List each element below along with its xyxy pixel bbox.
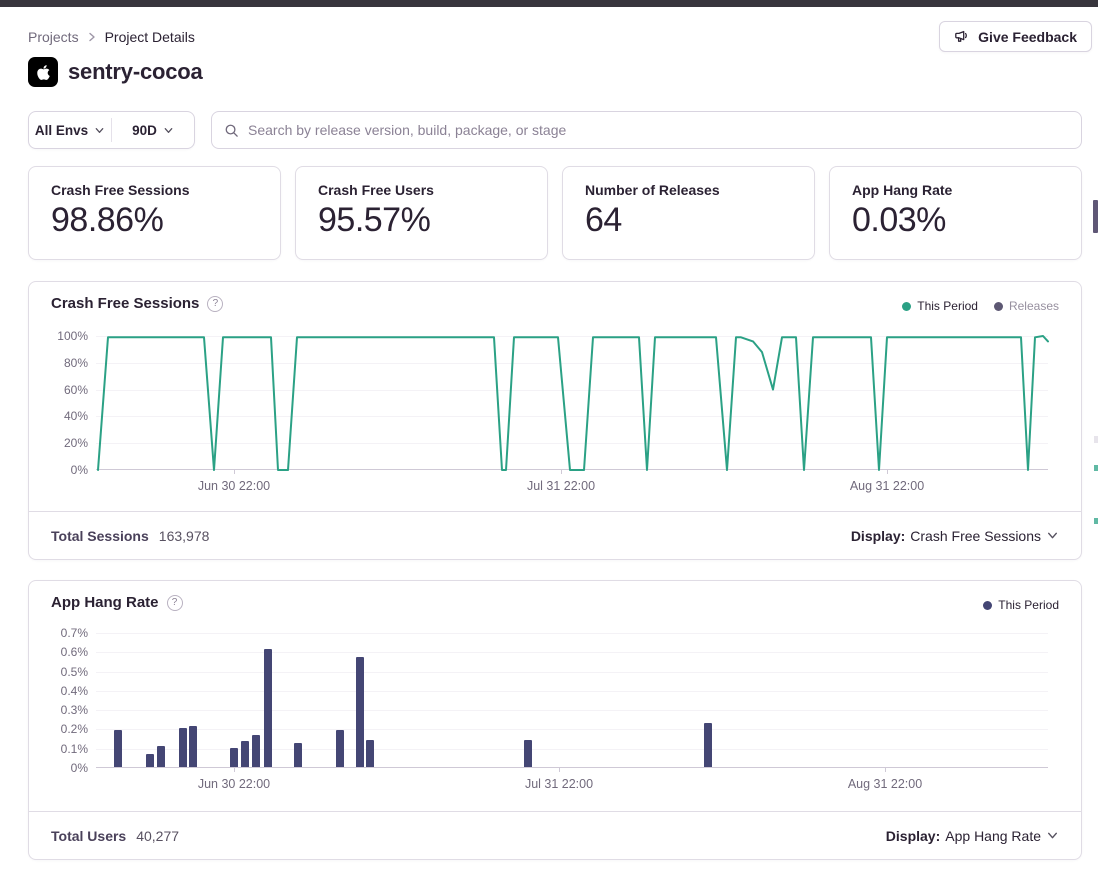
display-value: Crash Free Sessions: [910, 528, 1041, 544]
legend-dot: [994, 302, 1003, 311]
total-value: 163,978: [159, 528, 210, 544]
total-value: 40,277: [136, 828, 179, 844]
stat-label: Number of Releases: [585, 182, 792, 198]
display-selector[interactable]: Display: App Hang Rate: [886, 828, 1059, 844]
stat-label: Crash Free Sessions: [51, 182, 258, 198]
total-sessions: Total Sessions 163,978: [51, 528, 209, 544]
stat-card-number-of-releases: Number of Releases 64: [562, 166, 815, 260]
total-label: Total Users: [51, 828, 126, 844]
legend-dot: [902, 302, 911, 311]
date-range-selector-label: 90D: [132, 123, 157, 138]
stat-card-crash-free-sessions: Crash Free Sessions 98.86%: [28, 166, 281, 260]
release-search-box: [211, 111, 1082, 149]
crash-free-sessions-chart-panel: Crash Free Sessions ? This Period Releas…: [28, 281, 1082, 560]
top-accent-bar: [0, 0, 1098, 7]
chart-legend: This Period Releases: [902, 299, 1059, 313]
panel-title: App Hang Rate ?: [51, 594, 183, 611]
chevron-down-icon: [163, 125, 174, 136]
stat-label: Crash Free Users: [318, 182, 525, 198]
search-icon: [224, 123, 239, 138]
stat-label: App Hang Rate: [852, 182, 1059, 198]
display-value: App Hang Rate: [945, 828, 1041, 844]
legend-label: This Period: [917, 299, 978, 313]
page-title: sentry-cocoa: [68, 59, 203, 85]
legend-label: Releases: [1009, 299, 1059, 313]
project-title-row: sentry-cocoa: [28, 57, 203, 87]
megaphone-icon: [954, 29, 970, 45]
breadcrumb-projects-link[interactable]: Projects: [28, 29, 79, 45]
total-users: Total Users 40,277: [51, 828, 179, 844]
stat-card-app-hang-rate: App Hang Rate 0.03%: [829, 166, 1082, 260]
panel-title-text: App Hang Rate: [51, 594, 159, 611]
chevron-down-icon: [1046, 529, 1059, 542]
panel-title-text: Crash Free Sessions: [51, 295, 199, 312]
display-label: Display:: [851, 528, 905, 544]
stat-value: 95.57%: [318, 201, 525, 240]
stat-value: 98.86%: [51, 201, 258, 240]
legend-label: This Period: [998, 598, 1059, 612]
display-selector[interactable]: Display: Crash Free Sessions: [851, 528, 1059, 544]
breadcrumb: Projects Project Details: [28, 29, 195, 45]
clipped-side-panel-dot: [1094, 465, 1098, 471]
panel-footer: Total Users 40,277 Display: App Hang Rat…: [29, 811, 1081, 859]
filter-row: All Envs 90D: [28, 111, 1082, 149]
chevron-down-icon: [94, 125, 105, 136]
clipped-side-panel-dot: [1094, 518, 1098, 524]
clipped-side-panel-item: [1094, 436, 1098, 443]
apple-icon: [28, 57, 58, 87]
legend-item-releases[interactable]: Releases: [994, 299, 1059, 313]
panel-title: Crash Free Sessions ?: [51, 295, 223, 312]
app-hang-rate-bar-chart[interactable]: 0%0.1%0.2%0.3%0.4%0.5%0.6%0.7%Jun 30 22:…: [96, 633, 1048, 768]
display-label: Display:: [886, 828, 940, 844]
date-range-selector[interactable]: 90D: [112, 112, 194, 148]
legend-item-this-period[interactable]: This Period: [902, 299, 978, 313]
total-label: Total Sessions: [51, 528, 149, 544]
crash-free-sessions-line-chart[interactable]: 0%20%40%60%80%100%Jun 30 22:00Jul 31 22:…: [96, 336, 1048, 470]
stats-row: Crash Free Sessions 98.86% Crash Free Us…: [28, 166, 1082, 260]
environment-selector-label: All Envs: [35, 123, 88, 138]
env-period-control: All Envs 90D: [28, 111, 195, 149]
give-feedback-label: Give Feedback: [978, 29, 1077, 45]
legend-item-this-period[interactable]: This Period: [983, 598, 1059, 612]
clipped-side-panel-bar: [1093, 200, 1098, 233]
environment-selector[interactable]: All Envs: [29, 112, 111, 148]
app-hang-rate-chart-panel: App Hang Rate ? This Period 0%0.1%0.2%0.…: [28, 580, 1082, 860]
stat-card-crash-free-users: Crash Free Users 95.57%: [295, 166, 548, 260]
stat-value: 64: [585, 201, 792, 240]
project-details-page: Projects Project Details Give Feedback s…: [0, 0, 1098, 880]
give-feedback-button[interactable]: Give Feedback: [939, 21, 1092, 52]
chevron-down-icon: [1046, 829, 1059, 842]
legend-dot: [983, 601, 992, 610]
panel-footer: Total Sessions 163,978 Display: Crash Fr…: [29, 511, 1081, 559]
help-icon[interactable]: ?: [167, 595, 183, 611]
help-icon[interactable]: ?: [207, 296, 223, 312]
search-input[interactable]: [248, 122, 1069, 138]
stat-value: 0.03%: [852, 201, 1059, 240]
chevron-right-icon: [87, 31, 97, 43]
breadcrumb-current: Project Details: [105, 29, 195, 45]
chart-legend: This Period: [983, 598, 1059, 612]
